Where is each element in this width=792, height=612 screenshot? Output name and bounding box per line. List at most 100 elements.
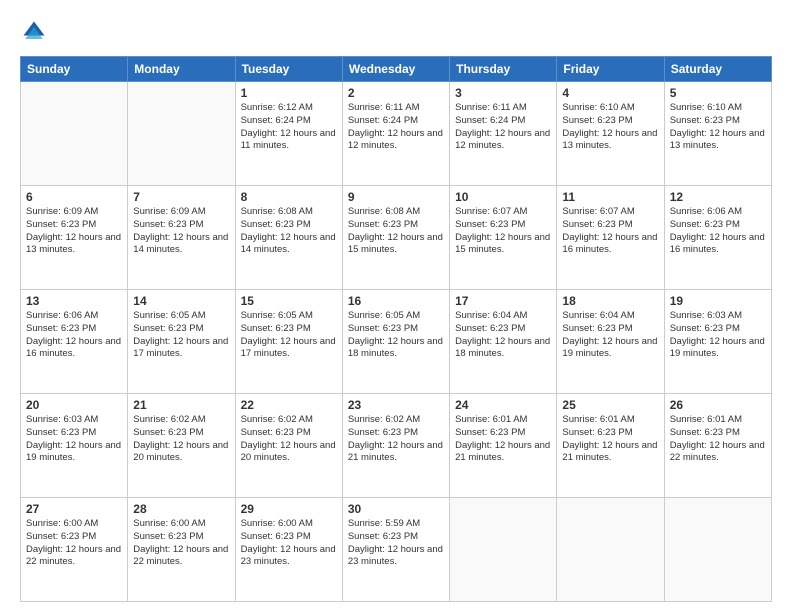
calendar-cell: 13Sunrise: 6:06 AM Sunset: 6:23 PM Dayli…	[21, 290, 128, 394]
day-number: 21	[133, 398, 229, 412]
day-number: 24	[455, 398, 551, 412]
calendar-week-row: 1 Sunrise: 6:12 AM Sunset: 6:24 PM Daylig…	[21, 82, 772, 186]
day-info: Sunrise: 6:11 AM Sunset: 6:24 PM Dayligh…	[348, 102, 444, 153]
day-number: 11	[562, 190, 658, 204]
calendar-cell: 4 Sunrise: 6:10 AM Sunset: 6:23 PM Daylig…	[557, 82, 664, 186]
page-header	[20, 18, 772, 46]
calendar-cell: 10 Sunrise: 6:07 AM Sunset: 6:23 PM Dayli…	[450, 186, 557, 290]
calendar-cell: 1 Sunrise: 6:12 AM Sunset: 6:24 PM Daylig…	[235, 82, 342, 186]
day-info: Sunrise: 6:02 AM Sunset: 6:23 PM Dayligh…	[133, 414, 229, 465]
day-number: 20	[26, 398, 122, 412]
day-number: 28	[133, 502, 229, 516]
day-info: Sunrise: 6:03 AM Sunset: 6:23 PM Dayligh…	[26, 414, 122, 465]
day-info: Sunrise: 6:00 AM Sunset: 6:23 PM Dayligh…	[26, 518, 122, 569]
calendar-cell	[557, 498, 664, 602]
weekday-header-wednesday: Wednesday	[342, 57, 449, 82]
day-number: 3	[455, 86, 551, 100]
calendar-cell: 9Sunrise: 6:08 AM Sunset: 6:23 PM Daylig…	[342, 186, 449, 290]
day-info: Sunrise: 6:06 AM Sunset: 6:23 PM Dayligh…	[670, 206, 766, 257]
day-number: 23	[348, 398, 444, 412]
day-info: Sunrise: 5:59 AM Sunset: 6:23 PM Dayligh…	[348, 518, 444, 569]
day-info: Sunrise: 6:05 AM Sunset: 6:23 PM Dayligh…	[133, 310, 229, 361]
day-number: 10	[455, 190, 551, 204]
calendar-body: 1 Sunrise: 6:12 AM Sunset: 6:24 PM Daylig…	[21, 82, 772, 602]
calendar-cell: 29 Sunrise: 6:00 AM Sunset: 6:23 PM Dayli…	[235, 498, 342, 602]
weekday-header-saturday: Saturday	[664, 57, 771, 82]
calendar-week-row: 27 Sunrise: 6:00 AM Sunset: 6:23 PM Dayli…	[21, 498, 772, 602]
day-info: Sunrise: 6:01 AM Sunset: 6:23 PM Dayligh…	[455, 414, 551, 465]
calendar-cell: 21 Sunrise: 6:02 AM Sunset: 6:23 PM Dayli…	[128, 394, 235, 498]
day-info: Sunrise: 6:04 AM Sunset: 6:23 PM Dayligh…	[562, 310, 658, 361]
day-number: 25	[562, 398, 658, 412]
calendar-cell	[450, 498, 557, 602]
day-number: 16	[348, 294, 444, 308]
day-info: Sunrise: 6:07 AM Sunset: 6:23 PM Dayligh…	[455, 206, 551, 257]
calendar-cell: 2 Sunrise: 6:11 AM Sunset: 6:24 PM Daylig…	[342, 82, 449, 186]
day-info: Sunrise: 6:07 AM Sunset: 6:23 PM Dayligh…	[562, 206, 658, 257]
calendar-cell: 11 Sunrise: 6:07 AM Sunset: 6:23 PM Dayli…	[557, 186, 664, 290]
day-number: 7	[133, 190, 229, 204]
day-info: Sunrise: 6:04 AM Sunset: 6:23 PM Dayligh…	[455, 310, 551, 361]
day-info: Sunrise: 6:03 AM Sunset: 6:23 PM Dayligh…	[670, 310, 766, 361]
day-number: 19	[670, 294, 766, 308]
day-number: 27	[26, 502, 122, 516]
day-info: Sunrise: 6:00 AM Sunset: 6:23 PM Dayligh…	[133, 518, 229, 569]
day-info: Sunrise: 6:02 AM Sunset: 6:23 PM Dayligh…	[348, 414, 444, 465]
calendar-cell: 6Sunrise: 6:09 AM Sunset: 6:23 PM Daylig…	[21, 186, 128, 290]
day-info: Sunrise: 6:10 AM Sunset: 6:23 PM Dayligh…	[562, 102, 658, 153]
day-number: 15	[241, 294, 337, 308]
calendar-cell: 22Sunrise: 6:02 AM Sunset: 6:23 PM Dayli…	[235, 394, 342, 498]
calendar: SundayMondayTuesdayWednesdayThursdayFrid…	[20, 56, 772, 602]
weekday-header-friday: Friday	[557, 57, 664, 82]
calendar-cell: 26 Sunrise: 6:01 AM Sunset: 6:23 PM Dayli…	[664, 394, 771, 498]
day-number: 14	[133, 294, 229, 308]
calendar-cell: 16 Sunrise: 6:05 AM Sunset: 6:23 PM Dayli…	[342, 290, 449, 394]
day-number: 12	[670, 190, 766, 204]
calendar-cell: 27 Sunrise: 6:00 AM Sunset: 6:23 PM Dayli…	[21, 498, 128, 602]
calendar-cell: 5 Sunrise: 6:10 AM Sunset: 6:23 PM Daylig…	[664, 82, 771, 186]
calendar-cell: 24 Sunrise: 6:01 AM Sunset: 6:23 PM Dayli…	[450, 394, 557, 498]
day-info: Sunrise: 6:10 AM Sunset: 6:23 PM Dayligh…	[670, 102, 766, 153]
logo	[20, 18, 52, 46]
calendar-cell: 7 Sunrise: 6:09 AM Sunset: 6:23 PM Daylig…	[128, 186, 235, 290]
calendar-cell	[21, 82, 128, 186]
day-number: 22	[241, 398, 337, 412]
calendar-cell: 18 Sunrise: 6:04 AM Sunset: 6:23 PM Dayli…	[557, 290, 664, 394]
day-info: Sunrise: 6:05 AM Sunset: 6:23 PM Dayligh…	[241, 310, 337, 361]
day-info: Sunrise: 6:05 AM Sunset: 6:23 PM Dayligh…	[348, 310, 444, 361]
day-number: 29	[241, 502, 337, 516]
day-number: 5	[670, 86, 766, 100]
calendar-cell: 30Sunrise: 5:59 AM Sunset: 6:23 PM Dayli…	[342, 498, 449, 602]
calendar-week-row: 13Sunrise: 6:06 AM Sunset: 6:23 PM Dayli…	[21, 290, 772, 394]
calendar-cell: 14 Sunrise: 6:05 AM Sunset: 6:23 PM Dayli…	[128, 290, 235, 394]
day-number: 8	[241, 190, 337, 204]
day-info: Sunrise: 6:00 AM Sunset: 6:23 PM Dayligh…	[241, 518, 337, 569]
day-number: 26	[670, 398, 766, 412]
day-info: Sunrise: 6:09 AM Sunset: 6:23 PM Dayligh…	[133, 206, 229, 257]
calendar-cell	[128, 82, 235, 186]
day-number: 4	[562, 86, 658, 100]
calendar-cell: 8 Sunrise: 6:08 AM Sunset: 6:23 PM Daylig…	[235, 186, 342, 290]
calendar-cell: 23 Sunrise: 6:02 AM Sunset: 6:23 PM Dayli…	[342, 394, 449, 498]
day-number: 17	[455, 294, 551, 308]
day-number: 1	[241, 86, 337, 100]
day-info: Sunrise: 6:01 AM Sunset: 6:23 PM Dayligh…	[670, 414, 766, 465]
day-info: Sunrise: 6:06 AM Sunset: 6:23 PM Dayligh…	[26, 310, 122, 361]
calendar-cell: 25 Sunrise: 6:01 AM Sunset: 6:23 PM Dayli…	[557, 394, 664, 498]
day-number: 18	[562, 294, 658, 308]
weekday-header-thursday: Thursday	[450, 57, 557, 82]
day-info: Sunrise: 6:11 AM Sunset: 6:24 PM Dayligh…	[455, 102, 551, 153]
calendar-week-row: 20 Sunrise: 6:03 AM Sunset: 6:23 PM Dayli…	[21, 394, 772, 498]
calendar-cell: 28 Sunrise: 6:00 AM Sunset: 6:23 PM Dayli…	[128, 498, 235, 602]
day-info: Sunrise: 6:01 AM Sunset: 6:23 PM Dayligh…	[562, 414, 658, 465]
calendar-cell	[664, 498, 771, 602]
weekday-header-tuesday: Tuesday	[235, 57, 342, 82]
calendar-cell: 19 Sunrise: 6:03 AM Sunset: 6:23 PM Dayli…	[664, 290, 771, 394]
day-info: Sunrise: 6:08 AM Sunset: 6:23 PM Dayligh…	[241, 206, 337, 257]
day-number: 2	[348, 86, 444, 100]
day-info: Sunrise: 6:12 AM Sunset: 6:24 PM Dayligh…	[241, 102, 337, 153]
day-number: 9	[348, 190, 444, 204]
weekday-header-row: SundayMondayTuesdayWednesdayThursdayFrid…	[21, 57, 772, 82]
weekday-header-monday: Monday	[128, 57, 235, 82]
logo-icon	[20, 18, 48, 46]
